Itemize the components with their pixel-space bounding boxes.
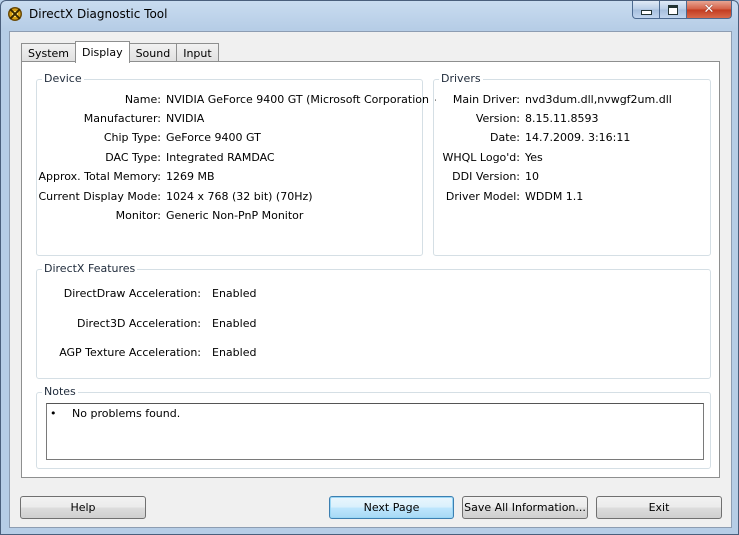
field-label: DDI Version: bbox=[452, 170, 520, 183]
drivers-group-title: Drivers bbox=[439, 72, 483, 85]
field-value: 1269 MB bbox=[166, 170, 215, 183]
maximize-button[interactable] bbox=[660, 1, 687, 19]
field-label: Chip Type: bbox=[103, 131, 161, 144]
list-item: • No problems found. bbox=[50, 407, 180, 420]
field-value: Generic Non-PnP Monitor bbox=[166, 209, 304, 222]
field-label: Direct3D Acceleration: bbox=[77, 317, 201, 330]
field-value: Integrated RAMDAC bbox=[166, 151, 275, 164]
field-label: DAC Type: bbox=[105, 151, 161, 164]
field-label: Date: bbox=[490, 131, 520, 144]
field-label: Approx. Total Memory: bbox=[38, 170, 162, 183]
field-label: Driver Model: bbox=[445, 190, 520, 203]
save-all-information-button[interactable]: Save All Information... bbox=[462, 496, 588, 519]
field-value: nvd3dum.dll,nvwgf2um.dll bbox=[525, 93, 672, 106]
field-label: AGP Texture Acceleration: bbox=[59, 346, 201, 359]
title-bar[interactable]: DirectX Diagnostic Tool ✕ bbox=[1, 1, 738, 27]
window-title: DirectX Diagnostic Tool bbox=[29, 7, 168, 21]
field-value: Enabled bbox=[212, 317, 257, 330]
exit-button[interactable]: Exit bbox=[596, 496, 722, 519]
directx-app-icon bbox=[8, 7, 22, 21]
field-value: 1024 x 768 (32 bit) (70Hz) bbox=[166, 190, 313, 203]
field-value: NVIDIA GeForce 9400 GT (Microsoft Corpor… bbox=[166, 93, 437, 106]
field-value: Enabled bbox=[212, 287, 257, 300]
notes-textbox[interactable]: • No problems found. bbox=[46, 403, 704, 460]
close-button[interactable]: ✕ bbox=[687, 1, 732, 19]
display-tab-panel: Device Name: NVIDIA GeForce 9400 GT (Mic… bbox=[21, 61, 720, 478]
field-value: 14.7.2009. 3:16:11 bbox=[525, 131, 631, 144]
field-value: Enabled bbox=[212, 346, 257, 359]
field-label: Version: bbox=[475, 112, 520, 125]
maximize-icon bbox=[668, 4, 678, 15]
field-value: WDDM 1.1 bbox=[525, 190, 584, 203]
close-icon: ✕ bbox=[703, 2, 715, 17]
note-text: No problems found. bbox=[72, 407, 181, 420]
tab-sound[interactable]: Sound bbox=[128, 43, 178, 62]
minimize-icon bbox=[640, 10, 652, 15]
notes-group-title: Notes bbox=[42, 385, 78, 398]
features-group-title: DirectX Features bbox=[42, 262, 138, 275]
field-label: Monitor: bbox=[115, 209, 161, 222]
tab-strip: System Display Sound Input bbox=[21, 41, 219, 63]
tab-display[interactable]: Display bbox=[75, 41, 130, 63]
field-label: Manufacturer: bbox=[83, 112, 161, 125]
field-label: WHQL Logo'd: bbox=[442, 151, 520, 164]
help-button[interactable]: Help bbox=[20, 496, 146, 519]
tab-system[interactable]: System bbox=[21, 43, 77, 62]
field-value: Yes bbox=[525, 151, 543, 164]
minimize-button[interactable] bbox=[632, 1, 660, 19]
dialog-client-area: System Display Sound Input Device Name: … bbox=[9, 31, 732, 528]
drivers-group: Drivers Main Driver: nvd3dum.dll,nvwgf2u… bbox=[433, 72, 711, 256]
field-label: Main Driver: bbox=[452, 93, 520, 106]
window-controls: ✕ bbox=[632, 1, 732, 19]
field-value: 8.15.11.8593 bbox=[525, 112, 599, 125]
field-value: GeForce 9400 GT bbox=[166, 131, 261, 144]
field-value: NVIDIA bbox=[166, 112, 205, 125]
tab-input[interactable]: Input bbox=[176, 43, 219, 62]
field-label: Name: bbox=[124, 93, 161, 106]
field-label: Current Display Mode: bbox=[38, 190, 161, 203]
directx-features-group: DirectX Features DirectDraw Acceleration… bbox=[36, 262, 711, 379]
field-label: DirectDraw Acceleration: bbox=[63, 287, 201, 300]
next-page-button[interactable]: Next Page bbox=[329, 496, 454, 519]
bullet: • bbox=[50, 407, 57, 420]
device-group: Device Name: NVIDIA GeForce 9400 GT (Mic… bbox=[36, 72, 436, 256]
notes-group: Notes • No problems found. bbox=[36, 385, 711, 469]
dxdiag-window: DirectX Diagnostic Tool ✕ System Display… bbox=[0, 0, 739, 535]
device-group-title: Device bbox=[42, 72, 84, 85]
field-value: 10 bbox=[525, 170, 539, 183]
